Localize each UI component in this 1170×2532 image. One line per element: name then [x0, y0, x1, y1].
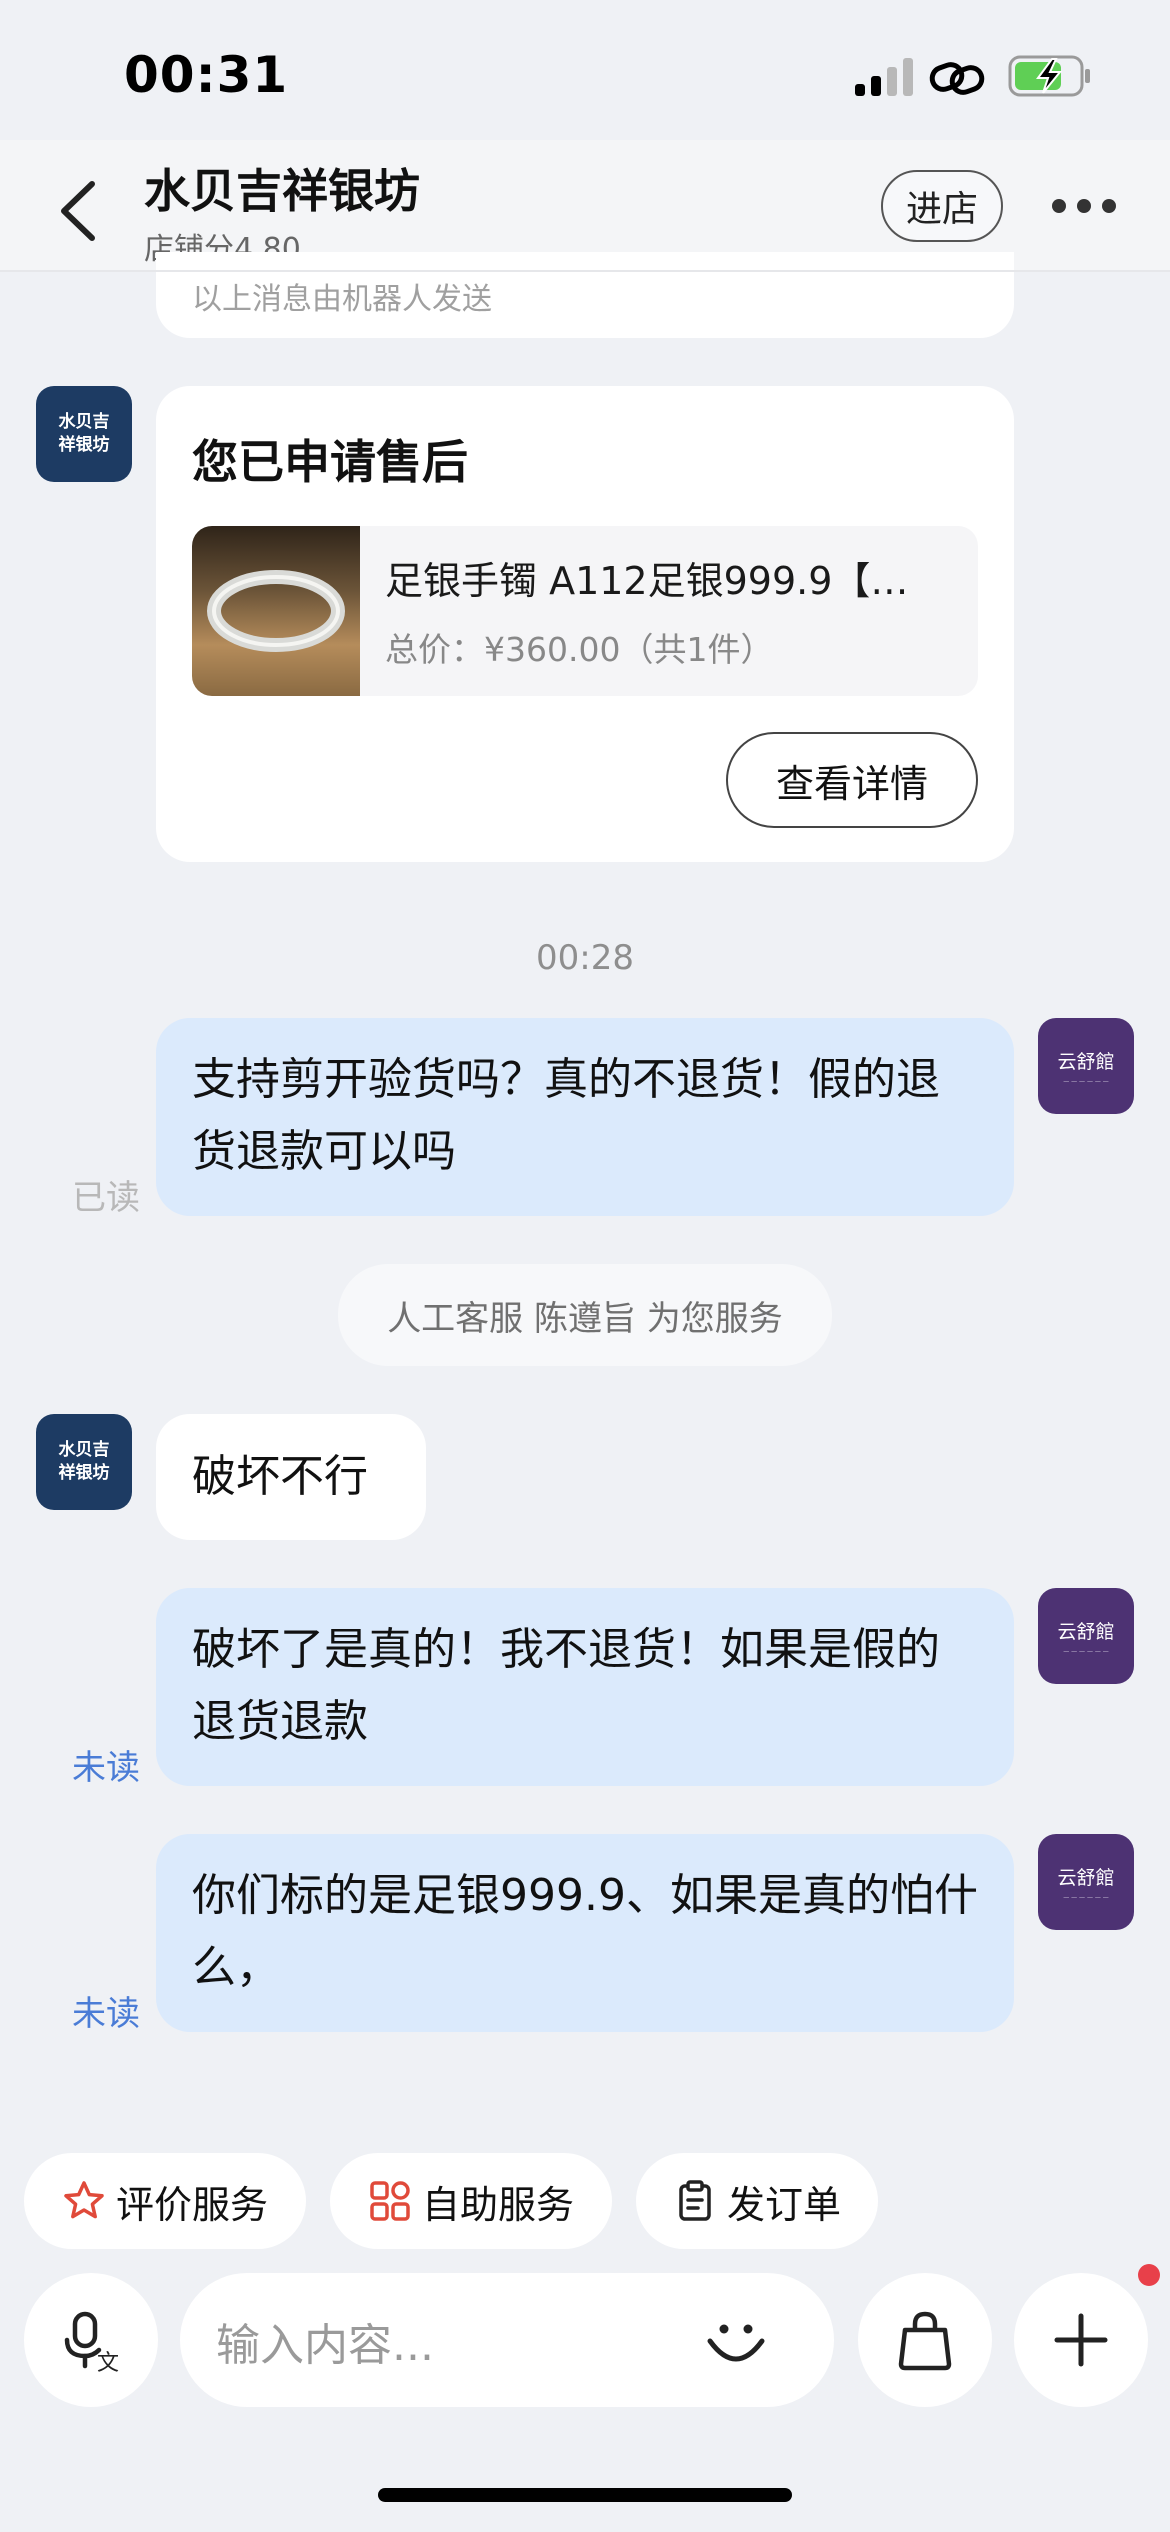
self-service-button[interactable]: 自助服务	[330, 2153, 612, 2249]
voice-button[interactable]: 文	[24, 2273, 158, 2407]
avatar-pattern: — — — — — —	[1063, 1648, 1109, 1655]
notification-dot	[1138, 2264, 1160, 2286]
status-bar: 00:31	[0, 0, 1170, 140]
header-divider	[0, 270, 1170, 272]
link-icon	[929, 62, 985, 95]
shop-avatar-text: 水贝吉祥银坊	[58, 412, 110, 455]
chip-label: 评价服务	[115, 2182, 268, 2227]
plus-icon	[1054, 2313, 1108, 2367]
signal-icon	[855, 58, 915, 96]
back-arrow-icon[interactable]	[50, 176, 110, 246]
product-price: 总价：¥360.00（共1件）	[385, 630, 774, 669]
shop-name[interactable]: 水贝吉祥银坊	[144, 155, 420, 221]
shopping-bag-icon	[898, 2311, 952, 2371]
product-item[interactable]: 足银手镯 A112足银999.9【… 总价：¥360.00（共1件）	[192, 526, 978, 696]
rate-service-button[interactable]: 评价服务	[24, 2153, 306, 2249]
message-text: 破坏了是真的！我不退货！如果是假的退货退款	[192, 1624, 940, 1747]
grid-icon	[370, 2181, 410, 2221]
plus-button[interactable]	[1014, 2273, 1148, 2407]
user-avatar-text: 云舒館	[1057, 1051, 1115, 1073]
unread-status: 未读	[72, 1748, 140, 1788]
home-indicator[interactable]	[378, 2488, 792, 2502]
robot-message-card: 以上消息由机器人发送	[156, 252, 1014, 338]
clipboard-icon	[679, 2180, 711, 2221]
shop-message: 破坏不行	[156, 1414, 426, 1540]
enter-shop-button[interactable]: 进店	[881, 170, 1003, 242]
chip-label: 自助服务	[421, 2182, 574, 2227]
view-details-button[interactable]: 查看详情	[726, 732, 978, 828]
message-text: 支持剪开验货吗？真的不退货！假的退货退款可以吗	[192, 1054, 940, 1177]
chip-label: 发订单	[726, 2182, 841, 2227]
avatar[interactable]: 云舒館 — — — — — —	[1038, 1588, 1134, 1684]
robot-note: 以上消息由机器人发送	[192, 282, 492, 317]
emoji-icon[interactable]	[704, 2311, 768, 2375]
status-time: 00:31	[124, 46, 289, 104]
avatar-pattern: — — — — — —	[1063, 1894, 1109, 1901]
message-input[interactable]: 输入内容...	[180, 2273, 834, 2407]
user-message: 你们标的是足银999.9、如果是真的怕什么，	[156, 1834, 1014, 2032]
send-order-button[interactable]: 发订单	[636, 2153, 878, 2249]
user-message: 支持剪开验货吗？真的不退货！假的退货退款可以吗	[156, 1018, 1014, 1216]
voice-icon: 文	[64, 2311, 119, 2372]
avatar[interactable]: 云舒館 — — — — — —	[1038, 1018, 1134, 1114]
avatar[interactable]: 云舒館 — — — — — —	[1038, 1834, 1134, 1930]
more-icon[interactable]	[1052, 198, 1116, 214]
avatar[interactable]: 水贝吉祥银坊	[36, 386, 132, 482]
battery-charging-icon	[1008, 55, 1090, 97]
bracelet-image	[207, 570, 345, 652]
shopping-bag-button[interactable]	[858, 2273, 992, 2407]
product-title: 足银手镯 A112足银999.9【…	[385, 559, 909, 603]
aftersale-title: 您已申请售后	[192, 435, 468, 489]
star-icon	[64, 2181, 104, 2219]
time-separator: 00:28	[536, 938, 634, 978]
user-message: 破坏了是真的！我不退货！如果是假的退货退款	[156, 1588, 1014, 1786]
avatar-pattern: — — — — — —	[1063, 1078, 1109, 1085]
product-image	[192, 526, 360, 696]
read-status: 已读	[72, 1178, 140, 1218]
message-text: 你们标的是足银999.9、如果是真的怕什么，	[192, 1870, 978, 1993]
unread-status: 未读	[72, 1994, 140, 2034]
avatar[interactable]: 水贝吉祥银坊	[36, 1414, 132, 1510]
user-avatar-text: 云舒館	[1057, 1867, 1115, 1889]
shop-avatar-text: 水贝吉祥银坊	[58, 1440, 110, 1483]
user-avatar-text: 云舒館	[1057, 1621, 1115, 1643]
svg-text:文: 文	[97, 2351, 119, 2372]
message-text: 破坏不行	[192, 1451, 368, 1502]
system-notice: 人工客服 陈遵旨 为您服务	[338, 1264, 832, 1366]
input-placeholder: 输入内容...	[216, 2320, 434, 2371]
